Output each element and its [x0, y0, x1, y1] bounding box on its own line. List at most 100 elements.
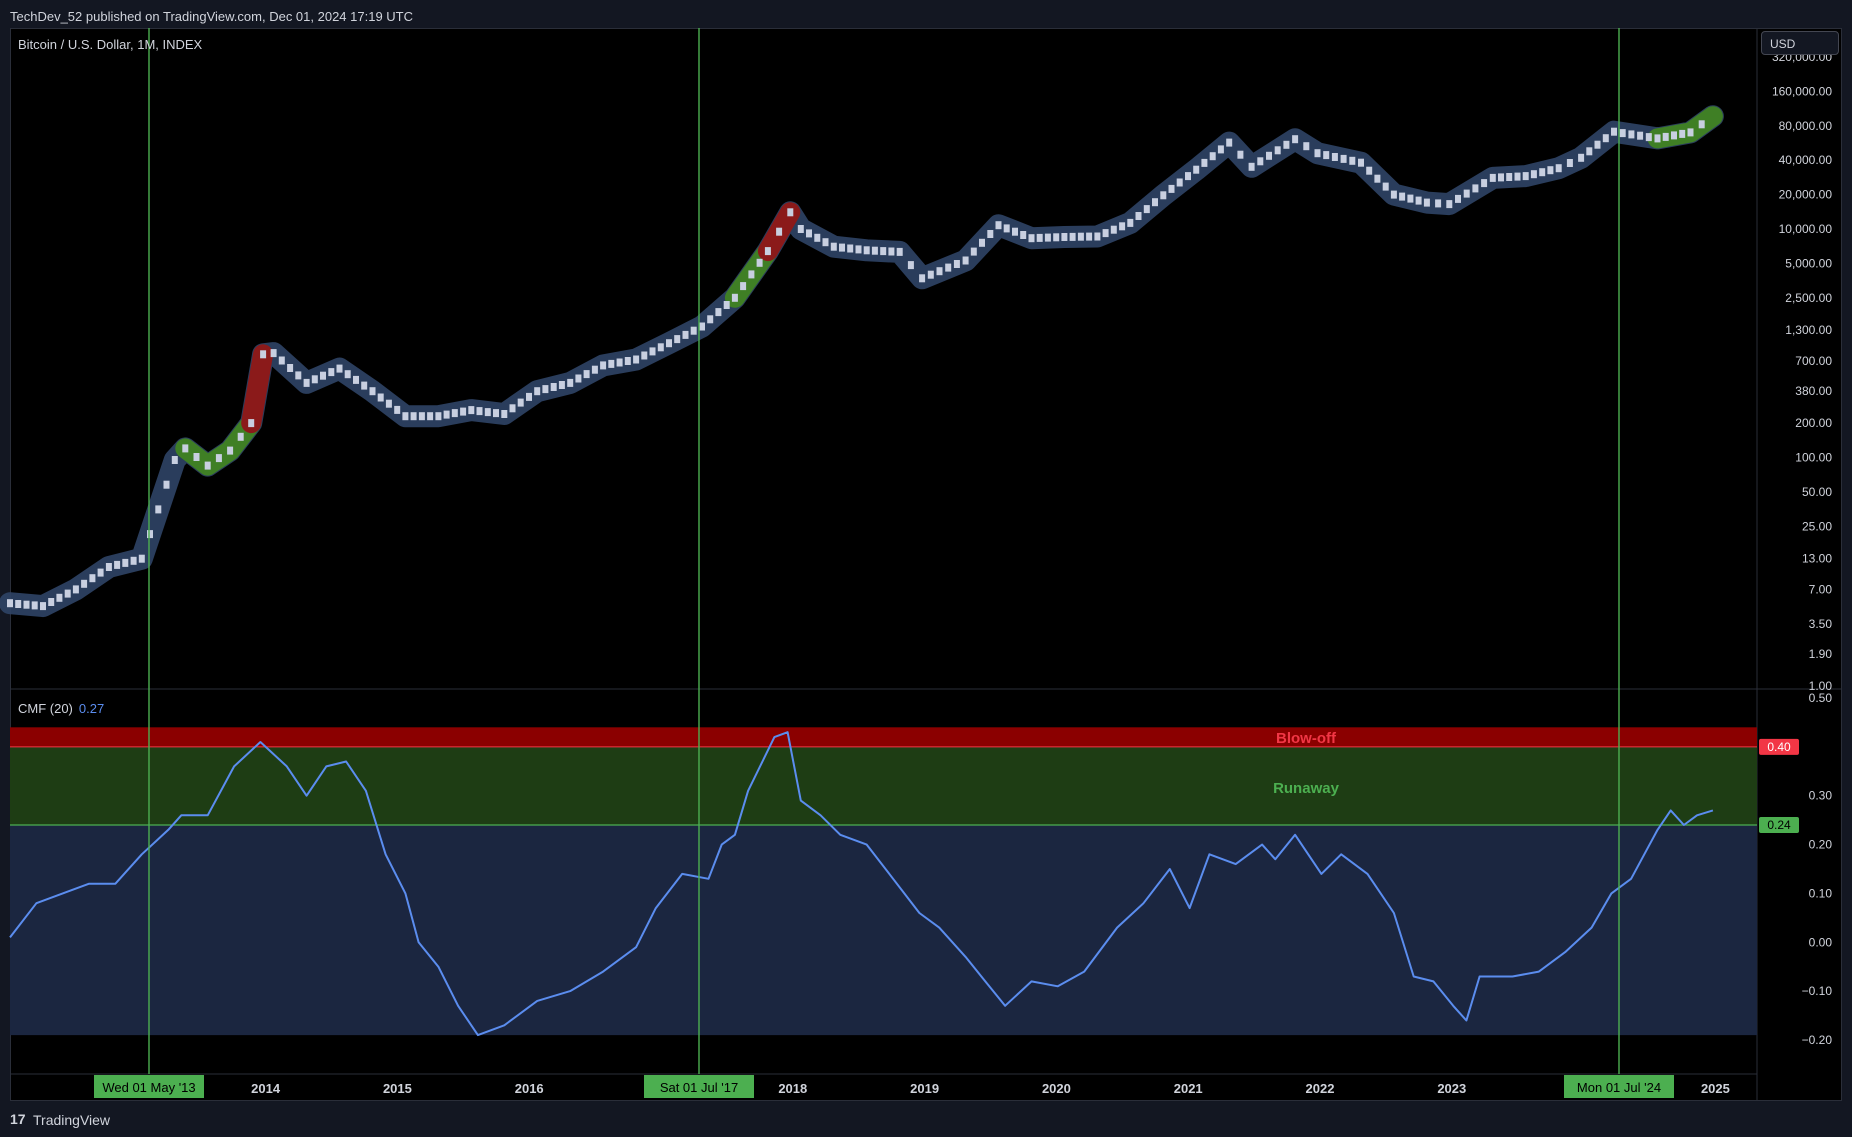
candle	[361, 382, 367, 390]
zone-label-blowoff: Blow-off	[1276, 730, 1337, 747]
candle	[1515, 173, 1521, 181]
candle	[48, 598, 54, 606]
candle	[1646, 133, 1652, 141]
candle	[378, 394, 384, 402]
candle	[928, 271, 934, 279]
candle	[81, 580, 87, 588]
candle	[1037, 234, 1043, 242]
price-tick-label: 200.00	[1795, 416, 1832, 430]
candle	[534, 387, 540, 395]
candle	[1004, 224, 1010, 232]
time-tick-label: 2025	[1701, 1081, 1730, 1096]
candle	[987, 230, 993, 238]
candle	[823, 238, 829, 246]
candle	[510, 404, 516, 412]
candle	[1012, 228, 1018, 236]
price-tick-label: 40,000.00	[1779, 153, 1833, 167]
candle	[139, 555, 145, 563]
candle	[567, 379, 573, 387]
candle	[1620, 129, 1626, 137]
candle	[600, 361, 606, 369]
candle	[32, 601, 38, 609]
candle	[56, 594, 62, 602]
cmf-tick-label: 0.10	[1809, 886, 1833, 900]
candle	[122, 559, 128, 567]
candle	[1490, 174, 1496, 182]
candle	[1177, 179, 1183, 187]
candle	[147, 530, 153, 538]
price-tick-label: 1.90	[1809, 647, 1833, 661]
candle	[452, 409, 458, 417]
candle	[1201, 159, 1207, 167]
candle	[1407, 195, 1413, 203]
candle	[1283, 141, 1289, 149]
candle	[1332, 153, 1338, 161]
candle	[1455, 195, 1461, 203]
cmf-label: CMF (20)	[18, 701, 73, 716]
candle	[1303, 142, 1309, 150]
candle	[551, 383, 557, 391]
event-date-label: Mon 01 Jul '24	[1577, 1080, 1661, 1095]
candle	[872, 247, 878, 255]
candle	[238, 433, 244, 441]
candle	[864, 246, 870, 254]
candle	[1399, 193, 1405, 201]
candle	[1292, 135, 1298, 143]
candle	[1391, 191, 1397, 199]
candle	[1341, 155, 1347, 163]
candle	[880, 247, 886, 255]
time-tick-label: 2019	[910, 1081, 939, 1096]
candle	[394, 406, 400, 414]
candle	[1127, 219, 1133, 227]
candle	[1349, 157, 1355, 165]
candle	[1275, 146, 1281, 154]
candle	[1119, 222, 1125, 230]
candle	[798, 225, 804, 233]
candle	[1193, 166, 1199, 174]
candle	[1637, 132, 1643, 140]
candle	[1699, 120, 1705, 128]
candle	[1078, 233, 1084, 241]
candle	[402, 412, 408, 420]
candle	[1169, 185, 1175, 193]
candle	[1603, 134, 1609, 142]
cmf-tick-label: 0.50	[1809, 691, 1833, 705]
candle	[182, 444, 188, 452]
candle	[608, 360, 614, 368]
candle	[971, 248, 977, 256]
candle	[1323, 151, 1329, 159]
tradingview-logo-icon[interactable]: 17	[10, 1111, 26, 1127]
candle	[1358, 159, 1364, 167]
candle	[1567, 159, 1573, 167]
candle	[1045, 234, 1051, 242]
candle	[633, 356, 639, 364]
candle	[155, 505, 161, 513]
candle	[732, 294, 738, 302]
symbol-label: Bitcoin / U.S. Dollar, 1M, INDEX	[18, 37, 202, 52]
candle	[260, 350, 266, 358]
candle	[295, 371, 301, 379]
candle	[312, 375, 318, 383]
candle	[370, 387, 376, 395]
time-tick-label: 2018	[778, 1081, 807, 1096]
candle	[15, 600, 21, 608]
brand-name[interactable]: TradingView	[33, 1112, 110, 1128]
candle	[1481, 179, 1487, 187]
candle	[592, 366, 598, 374]
candle	[1464, 190, 1470, 198]
price-tick-label: 380.00	[1795, 384, 1832, 398]
candle	[641, 352, 647, 360]
currency-button[interactable]: USD	[1761, 31, 1839, 55]
candle	[937, 267, 943, 275]
candle	[814, 234, 820, 242]
candle	[888, 248, 894, 256]
candle	[1020, 231, 1026, 239]
candle	[98, 569, 104, 577]
candle	[650, 347, 656, 355]
candle	[526, 393, 532, 401]
candle	[386, 400, 392, 408]
candle	[707, 315, 713, 323]
cmf-badge-label: 0.40	[1767, 740, 1791, 754]
candle	[954, 260, 960, 268]
candle	[164, 481, 170, 489]
